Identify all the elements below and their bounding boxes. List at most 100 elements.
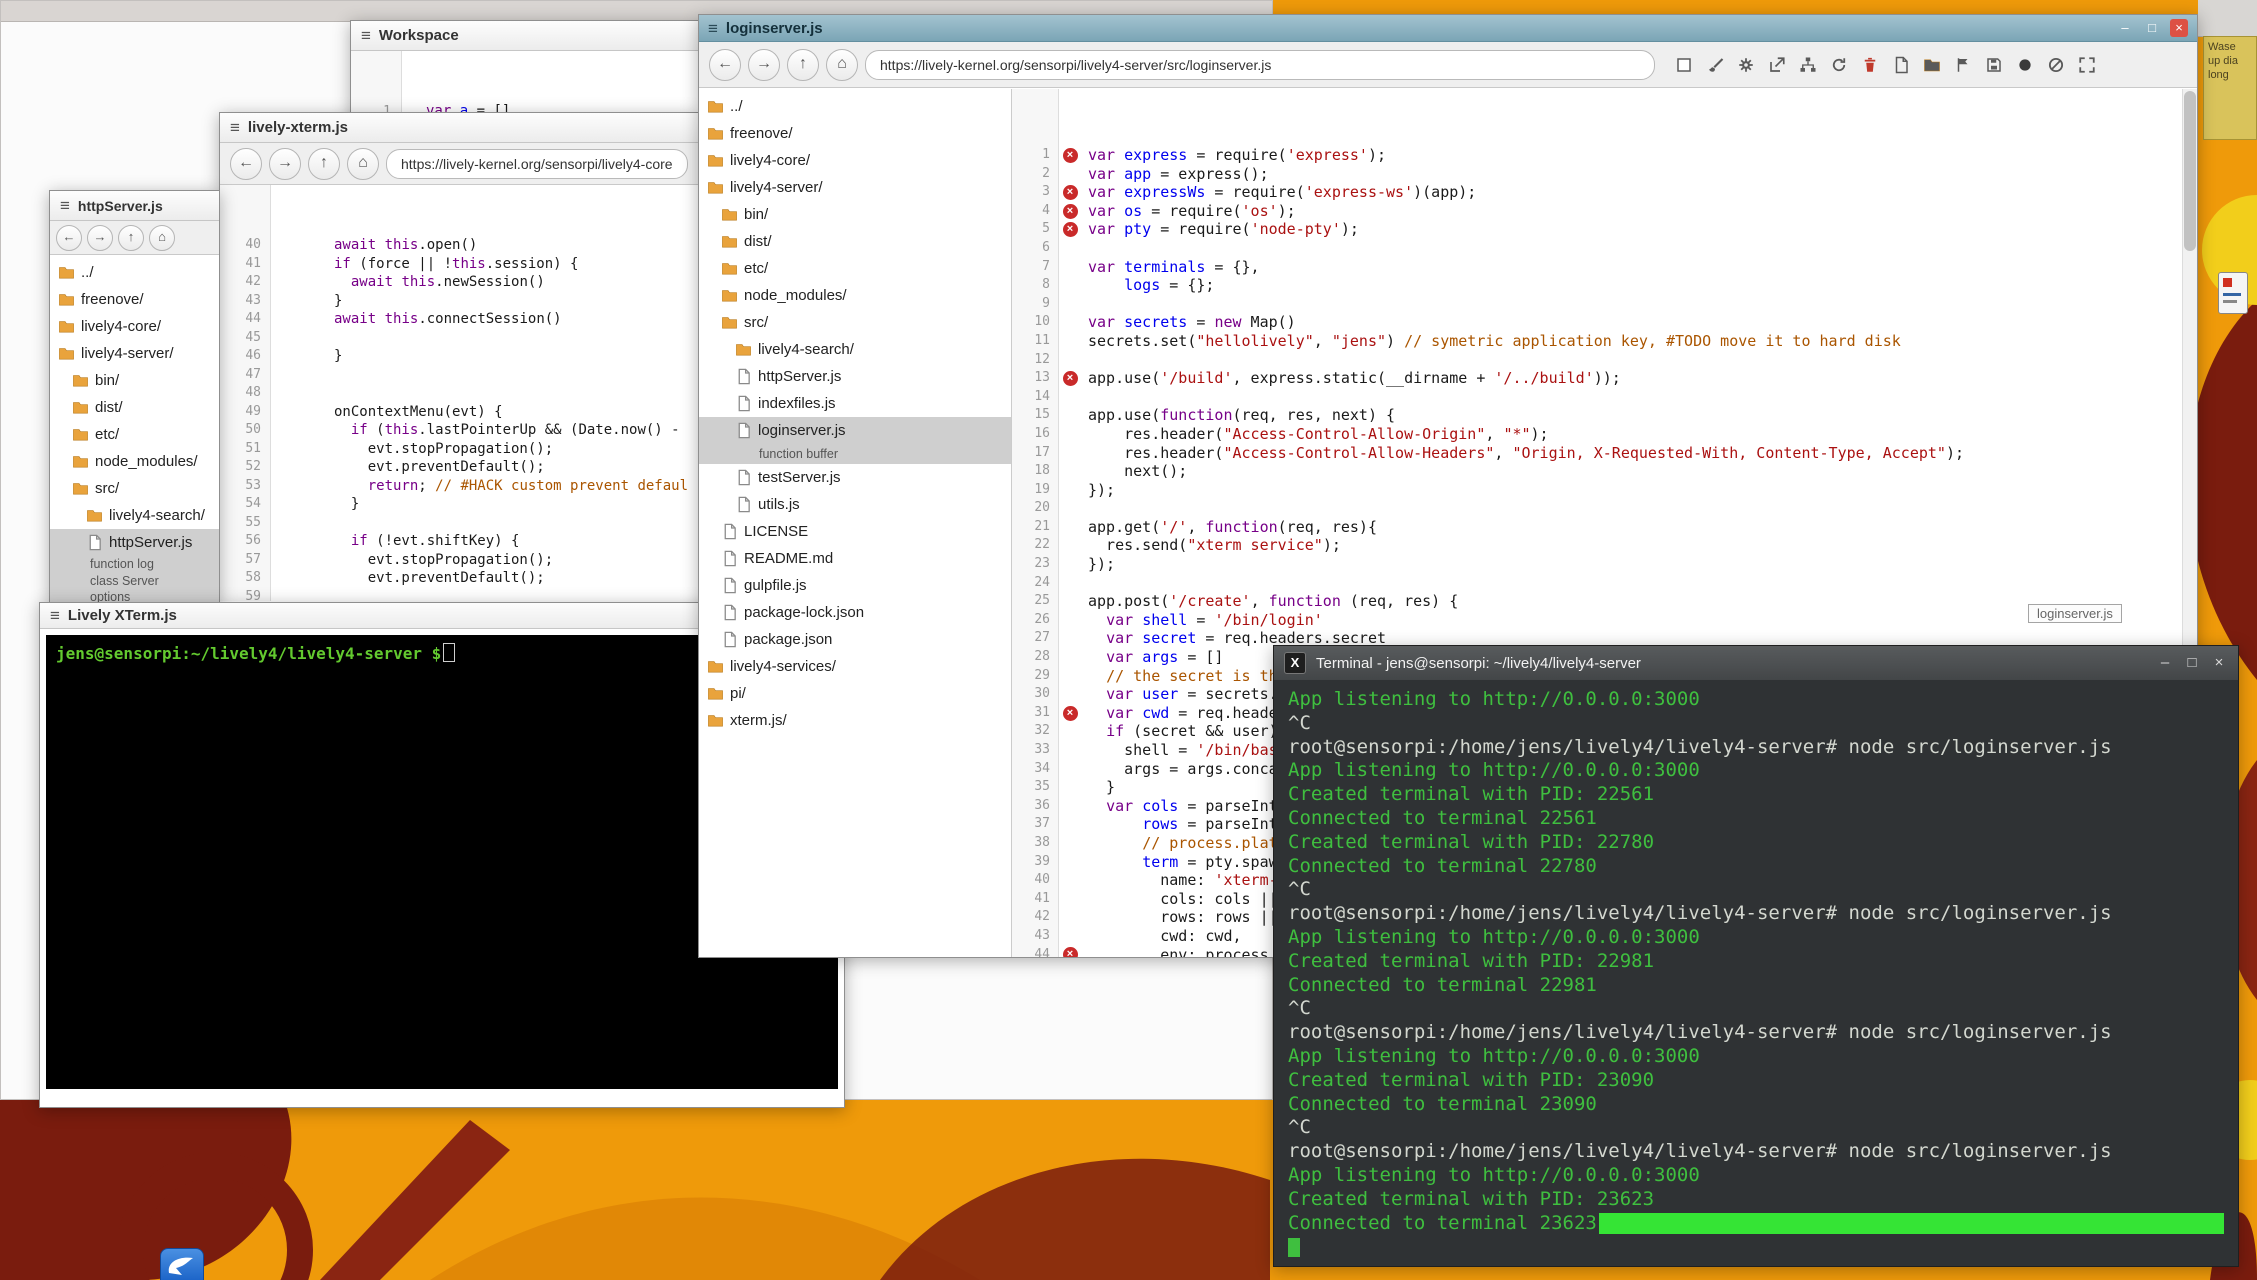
gear-button[interactable] — [1734, 53, 1758, 77]
tree-item[interactable]: package-lock.json — [699, 599, 1011, 626]
code-line[interactable]: 46} — [220, 347, 698, 366]
error-badge[interactable]: × — [1063, 185, 1078, 200]
code-line[interactable]: 7var terminals = {}, — [1012, 258, 2197, 277]
window-titlebar[interactable]: Workspace — [351, 21, 698, 51]
code-line[interactable]: 14 — [1012, 388, 2197, 407]
code-line[interactable]: 3×var expressWs = require('express-ws')(… — [1012, 183, 2197, 202]
source-editor[interactable]: 40await this.open()41if (force || !this.… — [220, 185, 698, 601]
code-line[interactable]: 47 — [220, 366, 698, 385]
code-line[interactable]: 16 res.header("Access-Control-Allow-Orig… — [1012, 425, 2197, 444]
code-line[interactable]: 52 evt.preventDefault(); — [220, 458, 698, 477]
record-button[interactable] — [2013, 53, 2037, 77]
home-button[interactable]: ⌂ — [149, 225, 175, 251]
tree-item[interactable]: ../ — [50, 259, 219, 286]
tree-item[interactable]: lively4-core/ — [699, 147, 1011, 174]
tree-item[interactable]: lively4-server/ — [50, 340, 219, 367]
error-badge[interactable]: × — [1063, 706, 1078, 721]
code-line[interactable]: 53 return; // #HACK custom prevent defau… — [220, 477, 698, 496]
up-button[interactable]: ↑ — [118, 225, 144, 251]
up-button[interactable]: ↑ — [787, 49, 819, 81]
code-line[interactable]: 24 — [1012, 574, 2197, 593]
menu-icon[interactable] — [230, 119, 240, 136]
terminal-output[interactable]: App listening to http://0.0.0.0:3000^Cro… — [1274, 680, 2238, 1266]
code-line[interactable]: 13×app.use('/build', express.static(__di… — [1012, 369, 2197, 388]
document-button[interactable] — [1889, 53, 1913, 77]
error-badge[interactable]: × — [1063, 222, 1078, 237]
url-input[interactable] — [386, 149, 688, 179]
tree-item[interactable]: README.md — [699, 545, 1011, 572]
code-line[interactable]: 49onContextMenu(evt) { — [220, 403, 698, 422]
tree-item[interactable]: loginserver.js — [699, 417, 1011, 444]
tree-item[interactable]: etc/ — [50, 421, 219, 448]
tree-item[interactable]: freenove/ — [699, 120, 1011, 147]
menu-icon[interactable] — [60, 197, 70, 214]
expand-button[interactable] — [2075, 53, 2099, 77]
tree-item[interactable]: lively4-server/ — [699, 174, 1011, 201]
error-badge[interactable]: × — [1063, 148, 1078, 163]
code-line[interactable]: 10var secrets = new Map() — [1012, 313, 2197, 332]
code-line[interactable]: 41if (force || !this.session) { — [220, 255, 698, 274]
refresh-button[interactable] — [1827, 53, 1851, 77]
code-line[interactable]: 8 logs = {}; — [1012, 276, 2197, 295]
tree-item[interactable]: xterm.js/ — [699, 707, 1011, 734]
code-line[interactable]: 12 — [1012, 351, 2197, 370]
close-button[interactable] — [2210, 654, 2228, 672]
code-line[interactable]: 54 } — [220, 495, 698, 514]
window-titlebar[interactable]: Terminal - jens@sensorpi: ~/lively4/live… — [1274, 646, 2238, 680]
forward-button[interactable]: → — [87, 225, 113, 251]
code-line[interactable]: 2var app = express(); — [1012, 165, 2197, 184]
code-line[interactable]: 58 evt.preventDefault(); — [220, 569, 698, 588]
tree-item[interactable]: ../ — [699, 93, 1011, 120]
tree-item[interactable]: utils.js — [699, 491, 1011, 518]
code-line[interactable]: 5×var pty = require('node-pty'); — [1012, 220, 2197, 239]
tree-item[interactable]: src/ — [699, 309, 1011, 336]
code-line[interactable]: 21app.get('/', function(req, res){ — [1012, 518, 2197, 537]
code-line[interactable]: 20 — [1012, 499, 2197, 518]
block-button[interactable] — [2044, 53, 2068, 77]
tree-item[interactable]: bin/ — [50, 367, 219, 394]
tree-item[interactable]: lively4-search/ — [699, 336, 1011, 363]
tree-item[interactable]: indexfiles.js — [699, 390, 1011, 417]
maximize-button[interactable] — [2183, 654, 2201, 672]
tree-item[interactable]: node_modules/ — [50, 448, 219, 475]
code-line[interactable]: 42 await this.newSession() — [220, 273, 698, 292]
window-titlebar[interactable]: lively-xterm.js — [220, 113, 698, 143]
code-line[interactable]: 56 if (!evt.shiftKey) { — [220, 532, 698, 551]
error-badge[interactable]: × — [1063, 204, 1078, 219]
tree-item[interactable]: testServer.js — [699, 464, 1011, 491]
menu-icon[interactable] — [708, 20, 718, 37]
forward-button[interactable]: → — [748, 49, 780, 81]
taskbar-app-icon[interactable] — [160, 1248, 204, 1280]
minimize-button[interactable] — [2156, 654, 2174, 672]
code-line[interactable]: 59 — [220, 588, 698, 602]
code-line[interactable]: 48 — [220, 384, 698, 403]
close-button[interactable] — [2170, 19, 2188, 37]
back-button[interactable]: ← — [709, 49, 741, 81]
forward-button[interactable]: → — [269, 148, 301, 180]
external-button[interactable] — [1765, 53, 1789, 77]
home-button[interactable]: ⌂ — [347, 148, 379, 180]
tree-item[interactable]: gulpfile.js — [699, 572, 1011, 599]
code-line[interactable]: 45 — [220, 329, 698, 348]
code-line[interactable]: 50 if (this.lastPointerUp && (Date.now()… — [220, 421, 698, 440]
code-line[interactable]: 6 — [1012, 239, 2197, 258]
code-line[interactable]: 43} — [220, 292, 698, 311]
code-line[interactable]: 1×var express = require('express'); — [1012, 146, 2197, 165]
back-button[interactable]: ← — [230, 148, 262, 180]
tree-item-detail[interactable]: function log — [50, 556, 219, 573]
tree-item[interactable]: package.json — [699, 626, 1011, 653]
tree-item[interactable]: etc/ — [699, 255, 1011, 282]
code-line[interactable]: 57 evt.stopPropagation(); — [220, 551, 698, 570]
tree-item[interactable]: freenove/ — [50, 286, 219, 313]
tree-item[interactable]: lively4-search/ — [50, 502, 219, 529]
code-line[interactable]: 11secrets.set("hellolively", "jens") // … — [1012, 332, 2197, 351]
code-line[interactable]: 51 evt.stopPropagation(); — [220, 440, 698, 459]
tree-item[interactable]: dist/ — [699, 228, 1011, 255]
code-line[interactable]: 9 — [1012, 295, 2197, 314]
save-button[interactable] — [1982, 53, 2006, 77]
code-line[interactable]: 55 — [220, 514, 698, 533]
code-line[interactable]: 19}); — [1012, 481, 2197, 500]
maximize-button[interactable] — [2143, 19, 2161, 37]
code-line[interactable]: 4×var os = require('os'); — [1012, 202, 2197, 221]
tree-item[interactable]: lively4-core/ — [50, 313, 219, 340]
